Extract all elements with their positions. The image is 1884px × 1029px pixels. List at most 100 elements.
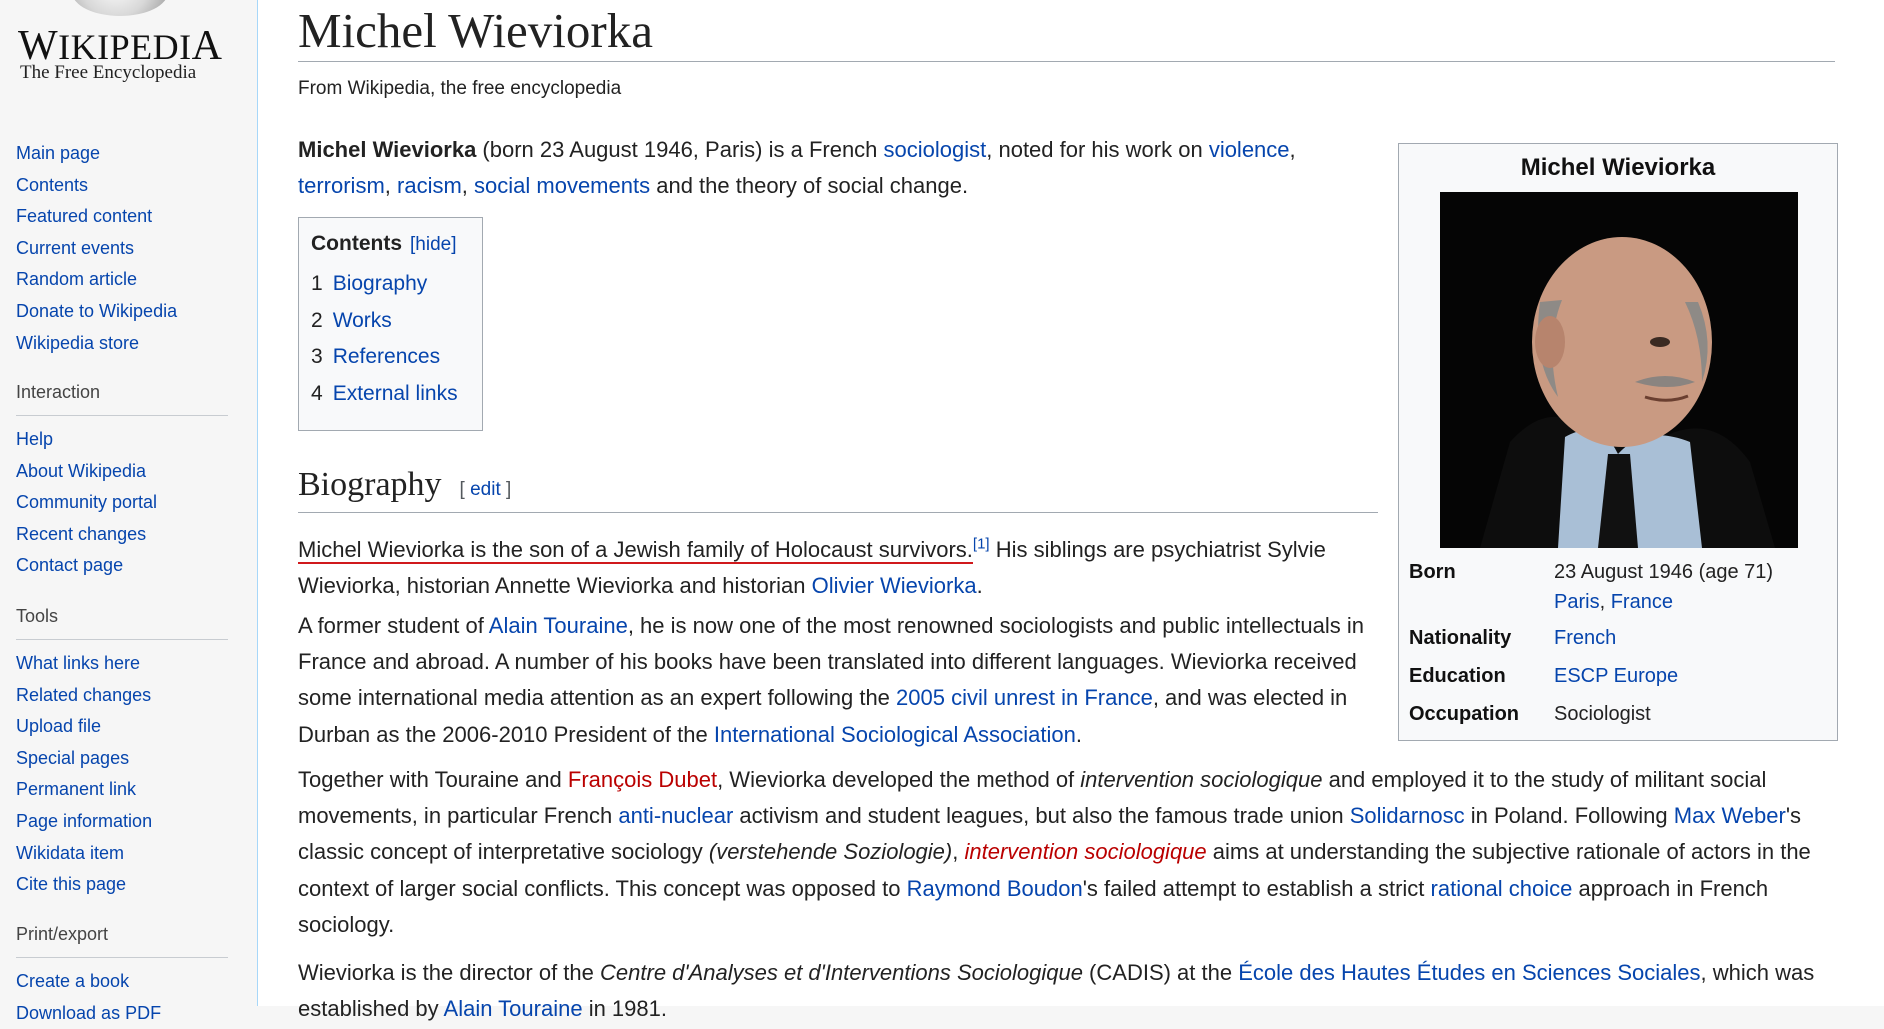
text-span: and the theory of social change.: [650, 173, 969, 199]
sidebar-item-what-links-here: What links here: [16, 648, 228, 680]
underlined-sentence: Michel Wieviorka is the son of a Jewish …: [298, 537, 973, 564]
text-span: in 1981.: [582, 996, 667, 1022]
toc-item-link[interactable]: Biography: [333, 272, 428, 295]
toc-item-number: 1: [311, 272, 323, 295]
sidebar-item-wikipedia-store: Wikipedia store: [16, 328, 228, 360]
sidebar-nav-link[interactable]: Contents: [16, 175, 88, 195]
text-span: ,: [384, 173, 398, 199]
toc-item[interactable]: 3 References: [311, 339, 470, 376]
sidebar-nav-link[interactable]: Main page: [16, 143, 100, 163]
sidebar-item-cite-this-page: Cite this page: [16, 869, 228, 901]
infobox-label-nationality: Nationality: [1409, 627, 1512, 649]
sidebar-item-current-events: Current events: [16, 233, 228, 265]
sidebar-interaction-link[interactable]: About Wikipedia: [16, 461, 146, 481]
text-span: ,: [1289, 137, 1296, 162]
toc-item-link[interactable]: Works: [333, 309, 392, 332]
link-alain-touraine-2[interactable]: Alain Touraine: [444, 996, 583, 1021]
link-violence[interactable]: violence: [1209, 137, 1290, 162]
link-escp-europe[interactable]: ESCP Europe: [1554, 661, 1678, 691]
link-racism[interactable]: racism: [397, 173, 462, 198]
link-anti-nuclear[interactable]: anti-nuclear: [618, 803, 733, 828]
site-subtitle: From Wikipedia, the free encyclopedia: [298, 78, 622, 99]
link-sociologist[interactable]: sociologist: [884, 137, 987, 162]
sidebar-tools-link[interactable]: Wikidata item: [16, 843, 124, 863]
link-social-movements[interactable]: social movements: [474, 173, 650, 198]
sidebar-heading-tools[interactable]: Tools: [16, 606, 228, 640]
sidebar-interaction-link[interactable]: Recent changes: [16, 524, 146, 544]
edit-bracket-open: [: [459, 479, 471, 500]
sidebar-interaction-link[interactable]: Contact page: [16, 555, 123, 575]
sidebar-nav-link[interactable]: Featured content: [16, 206, 152, 226]
sidebar-item-create-a-book: Create a book: [16, 966, 228, 998]
link-intervention-sociologique[interactable]: intervention sociologique: [964, 839, 1206, 864]
sidebar-interaction-link[interactable]: Help: [16, 429, 53, 449]
link-isa[interactable]: International Sociological Association: [714, 722, 1076, 747]
sidebar-item-featured-content: Featured content: [16, 201, 228, 233]
sidebar-item-permanent-link: Permanent link: [16, 774, 228, 806]
infobox-label-born: Born: [1409, 561, 1456, 583]
reference-link-1[interactable]: [1]: [973, 536, 990, 553]
sidebar-nav-link[interactable]: Random article: [16, 269, 137, 289]
toc-item[interactable]: 2 Works: [311, 303, 470, 340]
text-span: (CADIS) at the: [1082, 960, 1239, 985]
link-francois-dubet[interactable]: François Dubet: [568, 767, 717, 792]
content-area: Michel Wieviorka From Wikipedia, the fre…: [257, 0, 1884, 1021]
sidebar-item-donate-to-wikipedia: Donate to Wikipedia: [16, 296, 228, 328]
link-2005-civil-unrest[interactable]: 2005 civil unrest in France: [896, 685, 1153, 710]
toc-item-link[interactable]: External links: [333, 382, 458, 405]
sidebar-navigation: Main page Contents Featured content Current…: [16, 138, 228, 359]
section-heading-biography: Biography [ edit ]: [298, 466, 1378, 513]
link-solidarnosc[interactable]: Solidarnosc: [1350, 803, 1465, 828]
toc-item[interactable]: 1 Biography: [311, 266, 470, 303]
link-france[interactable]: France: [1611, 591, 1673, 613]
sidebar-nav-link[interactable]: Donate to Wikipedia: [16, 301, 177, 321]
link-max-weber[interactable]: Max Weber: [1674, 803, 1786, 828]
link-paris[interactable]: Paris: [1554, 591, 1600, 613]
sidebar-interaction-link[interactable]: Community portal: [16, 492, 157, 512]
birth-date: 23 August 1946 (age 71): [1554, 561, 1774, 583]
toc-item[interactable]: 4 External links: [311, 376, 470, 413]
sidebar-nav-link[interactable]: Current events: [16, 238, 134, 258]
sidebar-item-wikidata-item: Wikidata item: [16, 838, 228, 870]
text-span: 's failed attempt to establish a strict: [1082, 875, 1431, 901]
edit-section-link[interactable]: edit: [470, 479, 501, 500]
link-ehess[interactable]: École des Hautes Études en Sciences Soci…: [1238, 960, 1700, 985]
sidebar-tools-link[interactable]: What links here: [16, 653, 140, 673]
text-span: Wieviorka is the director of the: [298, 960, 601, 985]
sidebar-interaction: Interaction Help About Wikipedia Community…: [16, 382, 228, 582]
sidebar-print-link[interactable]: Create a book: [16, 971, 129, 991]
infobox-title: Michel Wieviorka: [1520, 154, 1716, 181]
sidebar-heading-print-export[interactable]: Print/export: [16, 924, 228, 958]
lead-paragraph: Michel Wieviorka (born 23 August 1946, P…: [298, 132, 1378, 204]
link-french[interactable]: French: [1554, 623, 1616, 653]
sidebar-tools-link[interactable]: Permanent link: [16, 779, 136, 799]
toc-item-link[interactable]: References: [333, 345, 440, 368]
infobox-label-occupation: Occupation: [1409, 703, 1520, 725]
sidebar-item-contact-page: Contact page: [16, 550, 228, 582]
sidebar-item-help: Help: [16, 424, 228, 456]
portrait-photo[interactable]: [1440, 192, 1798, 548]
sidebar: WIKIPEDIA The Free Encyclopedia Main pag…: [0, 0, 257, 1023]
sidebar-item-main-page: Main page: [16, 138, 228, 170]
link-alain-touraine[interactable]: Alain Touraine: [489, 613, 628, 638]
link-rational-choice[interactable]: rational choice: [1431, 876, 1573, 901]
wikipedia-logo[interactable]: WIKIPEDIA The Free Encyclopedia: [0, 0, 257, 100]
sidebar-tools-link[interactable]: Page information: [16, 811, 152, 831]
sidebar-tools-link[interactable]: Related changes: [16, 685, 151, 705]
sidebar-item-random-article: Random article: [16, 264, 228, 296]
toc-item-number: 4: [311, 381, 323, 405]
sidebar-tools-link[interactable]: Special pages: [16, 748, 129, 768]
sidebar-nav-link[interactable]: Wikipedia store: [16, 333, 139, 353]
toc-hide-toggle[interactable]: [hide]: [410, 234, 456, 255]
toc-item-number: 3: [311, 345, 323, 368]
infobox-value-born: 23 August 1946 (age 71) Paris, France: [1554, 557, 1773, 617]
link-raymond-boudon[interactable]: Raymond Boudon: [907, 876, 1083, 901]
italic-term: (verstehende Soziologie): [708, 839, 953, 865]
sidebar-tools-link[interactable]: Upload file: [16, 716, 101, 736]
link-terrorism[interactable]: terrorism: [298, 173, 385, 198]
sidebar-tools-link[interactable]: Cite this page: [16, 874, 126, 894]
sidebar-heading-interaction[interactable]: Interaction: [16, 382, 228, 416]
biography-paragraph-2: A former student of Alain Touraine, he i…: [298, 608, 1378, 753]
link-olivier-wieviorka[interactable]: Olivier Wieviorka: [812, 573, 977, 598]
sidebar-item-special-pages: Special pages: [16, 743, 228, 775]
